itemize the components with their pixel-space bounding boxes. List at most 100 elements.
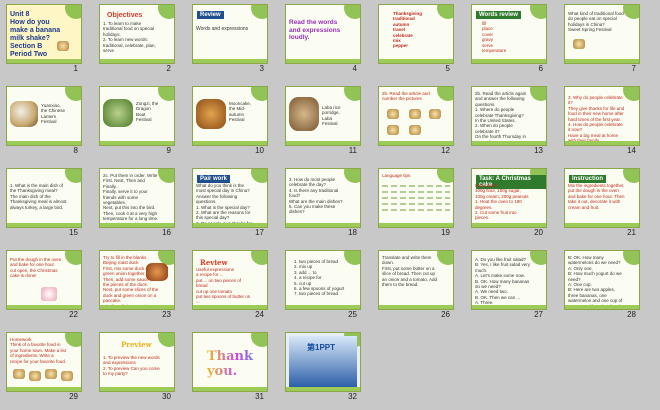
slide-thumbnail[interactable]: 第1PPT 32	[279, 328, 361, 404]
slide-text: Zongzi, the Dragon Boat Festival	[136, 101, 159, 123]
slide-number: 5	[445, 64, 450, 73]
slide-thumbnail[interactable]: B: OK. How many watermelons do we need? …	[558, 246, 640, 322]
slide-thumbnail[interactable]: Thank you. 31	[186, 328, 268, 404]
slide-number: 16	[162, 228, 171, 237]
slide-thumbnail[interactable]: Review Useful expressions a recipe for .…	[186, 246, 268, 322]
slide-number: 10	[255, 146, 264, 155]
slide-thumbnail[interactable]: Review Words and expressions 3	[186, 0, 268, 76]
slide-number: 20	[534, 228, 543, 237]
food-icon	[573, 39, 585, 49]
slide-number: 11	[348, 146, 357, 155]
slide-number: 26	[441, 310, 450, 319]
slide-text: Mooncake, the Mid-autumn Festival	[229, 101, 252, 123]
slide-text: Thanksgiving traditional autumn travel c…	[393, 11, 423, 49]
slide-thumbnail[interactable]: Yuanxiao, the Chinese Lantern Festival 8	[0, 82, 82, 158]
slide-text: Yuanxiao, the Chinese Lantern Festival	[41, 103, 66, 125]
slide-number: 7	[631, 64, 636, 73]
thank-you-heading: Thank you.	[207, 349, 267, 379]
slide-number: 4	[352, 64, 357, 73]
food-icon	[61, 371, 73, 381]
slide-badge: Pair work	[197, 175, 231, 183]
slide-thumbnail[interactable]: Thanksgiving traditional autumn travel c…	[372, 0, 454, 76]
slide-number: 18	[348, 228, 357, 237]
food-photo	[103, 99, 133, 127]
slide-text: fill place cover gravy serve temperature	[482, 21, 507, 54]
food-photo	[196, 99, 226, 129]
slide-number: 32	[348, 392, 357, 401]
slide-thumbnail[interactable]: What kind of traditional food do people …	[558, 0, 640, 76]
slide-thumbnail[interactable]: Laba rice porridge, Laba Festival 11	[279, 82, 361, 158]
slide-number: 25	[348, 310, 357, 319]
slide-number: 19	[441, 228, 450, 237]
food-photo	[10, 101, 38, 127]
slide-thumbnail[interactable]: Zongzi, the Dragon Boat Festival 9	[93, 82, 175, 158]
slide-thumbnail[interactable]: Homework Think of a favorite food in you…	[0, 328, 82, 404]
slide-text: 1. What is the main dish of the Thanksgi…	[10, 183, 67, 210]
food-icon	[387, 109, 399, 119]
food-icon	[409, 125, 421, 135]
slide-thumbnail[interactable]: Task: A Christmas cake Ingredients: 100g…	[465, 164, 547, 240]
slide-text: 1. To preview the new words and expressi…	[103, 355, 160, 377]
slide-number: 30	[162, 392, 171, 401]
slide-thumbnail[interactable]: Words review fill place cover gravy serv…	[465, 0, 547, 76]
food-icon	[45, 369, 57, 379]
slide-text: What do you think is the most special da…	[196, 183, 253, 227]
slide-badge: Preview	[121, 340, 152, 349]
slide-number: 21	[627, 228, 636, 237]
slide-thumbnail[interactable]: Mooncake, the Mid-autumn Festival 10	[186, 82, 268, 158]
slide-thumbnail[interactable]: 2b. Read the article and number the pict…	[372, 82, 454, 158]
slide-thumbnail[interactable]: 1. two pieces of bread 2. mix up 3. add …	[279, 246, 361, 322]
slide-number: 9	[166, 146, 171, 155]
slide-text: Unit 8 How do you make a banana milk sha…	[10, 11, 61, 58]
slide-thumbnail[interactable]: Put the dough in the oven and bake for o…	[0, 246, 82, 322]
slide-thumbnail[interactable]: Instruction Mix the ingredients together…	[558, 164, 640, 240]
slide-text: 2b. Read the article and number the pict…	[382, 91, 430, 102]
roast-duck-photo	[146, 263, 168, 281]
slide-text: Homework Think of a favorite food in you…	[10, 337, 67, 364]
slide-thumbnail[interactable]: Try to fill in the blanks Beijing roast …	[93, 246, 175, 322]
slide-text: Language tips	[382, 173, 411, 178]
slide-thumbnail[interactable]: 2c. Put them in order. Write First, Next…	[93, 164, 175, 240]
slide-thumbnail[interactable]: Pair work What do you think is the most …	[186, 164, 268, 240]
slide-number: 23	[162, 310, 171, 319]
slide-thumbnail[interactable]: Translate and write them down. First, pu…	[372, 246, 454, 322]
slide-number: 24	[255, 310, 264, 319]
slide-number: 27	[534, 310, 543, 319]
food-photo	[289, 97, 319, 131]
food-icon	[57, 41, 69, 51]
slide-number: 15	[69, 228, 78, 237]
slide-sorter-grid: Unit 8 How do you make a banana milk sha…	[0, 0, 660, 410]
slide-thumbnail[interactable]: Preview 1. To preview the new words and …	[93, 328, 175, 404]
slide-text: Mix the ingredients together, put the do…	[568, 183, 625, 210]
slide-number: 13	[534, 146, 543, 155]
slide-text: Put the dough in the oven and bake for o…	[10, 257, 62, 279]
slide-badge: Words review	[476, 11, 521, 19]
slide-number: 1	[73, 64, 78, 73]
slide-number: 29	[69, 392, 78, 401]
slide-badge: Objectives	[107, 12, 143, 19]
slide-text: Ingredients: 100g flour, 100g sugar, 100…	[475, 183, 529, 221]
slide-text: B: OK. How many watermelons do we need? …	[568, 255, 623, 309]
slide-number: 6	[538, 64, 543, 73]
food-icon	[13, 369, 25, 379]
slide-number: 14	[627, 146, 636, 155]
slide-thumbnail[interactable]: Language tips 19	[372, 164, 454, 240]
slide-text: Words and expressions	[196, 26, 249, 32]
slide-text: Translate and write them down. First, pu…	[382, 255, 438, 288]
slide-thumbnail[interactable]: Read the words and expressions loudly. 4	[279, 0, 361, 76]
slide-number: 31	[255, 392, 264, 401]
slide-thumbnail[interactable]: 3. How do most people celebrate the day?…	[279, 164, 361, 240]
slide-thumbnail[interactable]: Objectives 1. To learn to make tradition…	[93, 0, 175, 76]
slide-thumbnail[interactable]: Unit 8 How do you make a banana milk sha…	[0, 0, 82, 76]
slide-text: 3. How do most people celebrate the day?…	[289, 177, 343, 215]
slide-thumbnail[interactable]: 3. Why do people celebrate it? They give…	[558, 82, 640, 158]
food-icon	[29, 371, 41, 381]
slide-thumbnail[interactable]: A. Do you like fruit salad? B. Yes, I li…	[465, 246, 547, 322]
ppt-logo: 第1PPT	[289, 336, 357, 388]
slide-number: 28	[627, 310, 636, 319]
slide-thumbnail[interactable]: 1. What is the main dish of the Thanksgi…	[0, 164, 82, 240]
food-icon	[409, 109, 421, 119]
food-icon	[429, 109, 441, 119]
slide-thumbnail[interactable]: 2b. Read the article again and answer th…	[465, 82, 547, 158]
cake-icon	[41, 287, 57, 301]
